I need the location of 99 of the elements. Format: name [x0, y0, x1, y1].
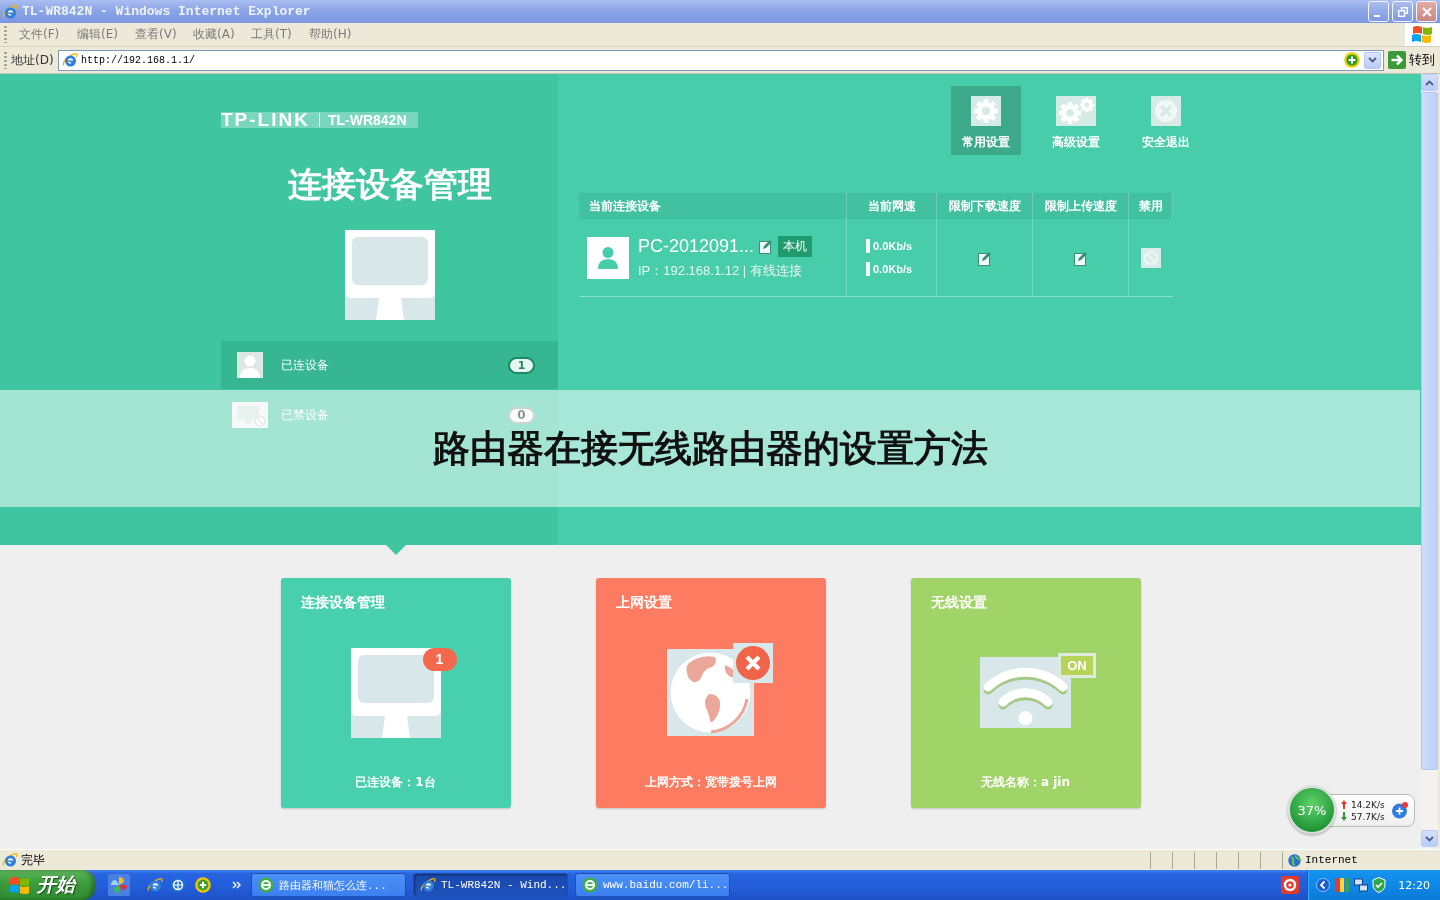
restore-button[interactable] — [1392, 1, 1413, 22]
close-icon — [1421, 6, 1432, 17]
person-icon — [237, 352, 263, 378]
arrow-right-icon — [1388, 51, 1406, 69]
menu-item[interactable]: 帮助(H) — [305, 24, 363, 45]
taskbar-button[interactable]: www.baidu.com/li... — [575, 873, 730, 897]
card-title: 上网设置 — [615, 593, 672, 611]
gear-icon — [971, 96, 1001, 126]
banner-title: 路由器在接无线路由器的设置方法 — [432, 425, 988, 472]
card-caption: 上网方式：宽带拨号上网 — [644, 774, 777, 790]
menu-item[interactable]: 文件(F) — [15, 24, 73, 45]
speed-bar-icon — [866, 239, 870, 253]
edit-icon[interactable] — [977, 249, 992, 266]
globe-icon — [667, 649, 754, 736]
monitor-icon — [350, 647, 441, 738]
card-title: 无线设置 — [930, 593, 987, 611]
speed-value: 0.0Kb/s — [873, 240, 913, 252]
device-address: IP：192.168.1.12 | 有线连接 — [638, 261, 803, 280]
clock: 12:20 — [1398, 878, 1430, 892]
menu-item[interactable]: 收藏(A) — [189, 24, 247, 45]
address-field[interactable]: http://192.168.1.1/ — [58, 49, 1384, 71]
count-badge: 1 — [508, 356, 535, 374]
minus-circle-icon — [258, 877, 274, 893]
nav-button[interactable]: 安全退出 — [1131, 86, 1201, 155]
globe-icon[interactable] — [170, 877, 186, 893]
edit-icon[interactable] — [759, 238, 774, 254]
caret-up-icon — [1425, 79, 1434, 86]
address-label: 地址(D) — [11, 51, 55, 69]
taskbar-button[interactable]: 路由器和猫怎么连... — [251, 873, 406, 897]
page-heading: 连接设备管理 — [287, 164, 492, 204]
speed-value: 0.0Kb/s — [873, 263, 913, 275]
card-title: 连接设备管理 — [300, 593, 385, 611]
go-button[interactable]: 转到 — [1384, 48, 1440, 72]
count-badge: 0 — [508, 406, 535, 424]
chevron-left-icon[interactable] — [1316, 878, 1331, 892]
gears-icon — [1056, 96, 1096, 126]
pinwheel-icon[interactable] — [108, 874, 130, 896]
e-icon — [2, 3, 18, 20]
waving-flag-icon — [9, 876, 30, 894]
plus-circle-icon[interactable] — [1391, 802, 1408, 819]
start-button[interactable]: 开始 — [0, 870, 95, 900]
column-header: 禁用 — [1129, 193, 1173, 219]
menu-item[interactable]: 查看(V) — [131, 24, 189, 45]
dropdown-button[interactable] — [1364, 51, 1381, 69]
exit-icon — [1151, 96, 1181, 126]
edit-icon[interactable] — [1073, 249, 1088, 266]
minus-circle-icon — [582, 877, 598, 893]
status-text: 完毕 — [21, 851, 46, 869]
device-name: PC-2012091... — [638, 235, 755, 257]
target-tile-icon[interactable] — [1281, 876, 1300, 894]
model-name: TL-WR842N — [318, 113, 407, 127]
nav-button[interactable]: 高级设置 — [1041, 86, 1111, 155]
sidebar-item[interactable]: 已连设备 1 — [221, 341, 558, 389]
column-header: 限制上传速度 — [1033, 193, 1129, 219]
avatar-icon — [587, 236, 629, 279]
scroll-up-button[interactable] — [1421, 74, 1438, 91]
taskbar-button[interactable]: TL-WR842N - Wind... — [413, 873, 568, 897]
toolbar-grip[interactable] — [4, 51, 7, 69]
device-tag: 本机 — [778, 235, 813, 257]
window-title: TL-WR842N - Windows Internet Explorer — [22, 4, 312, 19]
globe-icon — [1288, 853, 1301, 867]
minimize-icon — [1374, 15, 1380, 17]
close-button[interactable] — [1416, 1, 1437, 22]
toolbar-grip[interactable] — [4, 26, 7, 43]
monitor-icon — [344, 230, 435, 320]
scroll-down-button[interactable] — [1421, 830, 1438, 847]
menu-item[interactable]: 工具(T) — [247, 24, 305, 45]
column-header: 当前连接设备 — [579, 193, 847, 219]
minimize-button[interactable] — [1368, 1, 1389, 22]
card-caption: 已连设备：1台 — [355, 774, 436, 790]
caret-down-icon — [1425, 835, 1434, 842]
plus-circle-icon[interactable] — [1344, 52, 1360, 68]
settings-card[interactable]: 连接设备管理 1 已连设备：1台 — [280, 578, 511, 808]
card-caption: 无线名称：a jin — [980, 774, 1070, 790]
caret-down-icon — [1368, 57, 1377, 63]
settings-card[interactable]: 上网设置 上网方式：宽带拨号上网 — [595, 578, 826, 808]
download-speed: 57.7K/s — [1351, 811, 1385, 822]
plus-circle-icon[interactable] — [195, 877, 211, 893]
speed-bar-icon — [866, 262, 870, 276]
column-header: 限制下载速度 — [937, 193, 1033, 219]
brand-logo: TP-LINK — [221, 112, 310, 128]
chevron-icon[interactable] — [232, 881, 241, 889]
restore-icon — [1397, 6, 1408, 17]
column-header: 当前网速 — [847, 193, 937, 219]
down-arrow-icon — [1341, 812, 1347, 821]
blocked-monitor-icon — [232, 402, 268, 428]
status-badge: ON — [1058, 653, 1096, 678]
e-icon — [62, 52, 78, 68]
zone-label: Internet — [1305, 854, 1358, 866]
up-arrow-icon — [1341, 800, 1347, 809]
waving-flag-icon — [1405, 23, 1440, 46]
count-badge: 1 — [422, 647, 457, 671]
e-icon — [420, 877, 436, 893]
shield-icon[interactable] — [1372, 877, 1387, 893]
monitors-icon[interactable] — [1354, 878, 1369, 892]
nav-button[interactable]: 常用设置 — [951, 86, 1021, 155]
menu-item[interactable]: 编辑(E) — [73, 24, 131, 45]
upload-speed: 14.2K/s — [1351, 799, 1385, 810]
e-icon[interactable] — [147, 877, 163, 893]
